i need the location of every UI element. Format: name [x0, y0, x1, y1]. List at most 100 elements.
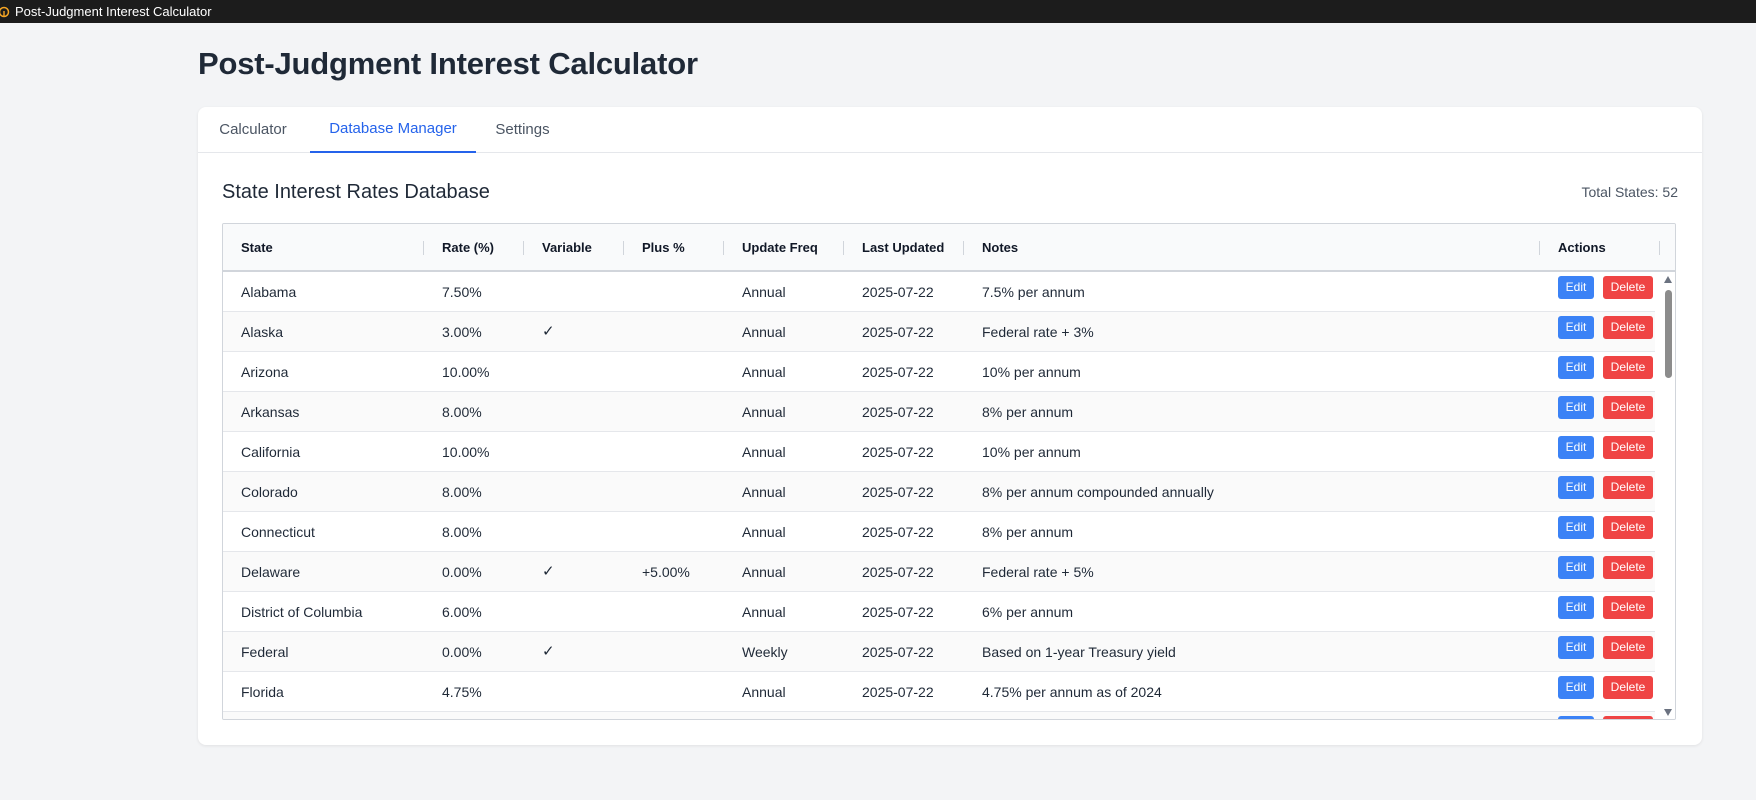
- cell-state: Colorado: [241, 484, 298, 500]
- table-row: Edit Delete: [223, 712, 1655, 719]
- delete-button[interactable]: Delete: [1603, 436, 1653, 459]
- delete-button[interactable]: Delete: [1603, 356, 1653, 379]
- column-header-state[interactable]: State: [241, 224, 273, 272]
- cell-last-updated: 2025-07-22: [862, 684, 934, 700]
- edit-button[interactable]: Edit: [1558, 356, 1594, 379]
- table-row: District of Columbia 6.00% Annual 2025-07-2…: [223, 592, 1655, 632]
- column-divider[interactable]: [843, 241, 844, 255]
- table-row: Alaska 3.00% ✓ Annual 2025-07-22 Federal rate…: [223, 312, 1655, 352]
- table-row: Colorado 8.00% Annual 2025-07-22 8% per annu…: [223, 472, 1655, 512]
- delete-button[interactable]: Delete: [1603, 556, 1653, 579]
- cell-update-freq: Annual: [742, 404, 786, 420]
- cell-update-freq: Annual: [742, 684, 786, 700]
- table-row: Connecticut 8.00% Annual 2025-07-22 8% per a…: [223, 512, 1655, 552]
- cell-rate: 10.00%: [442, 364, 490, 380]
- cell-update-freq: Annual: [742, 444, 786, 460]
- table-scrollbar[interactable]: [1660, 272, 1675, 719]
- cell-rate: 6.00%: [442, 604, 482, 620]
- cell-rate: 8.00%: [442, 484, 482, 500]
- cell-notes: Federal rate + 3%: [982, 324, 1094, 340]
- cell-notes: Based on 1-year Treasury yield: [982, 644, 1176, 660]
- table-row: Florida 4.75% Annual 2025-07-22 4.75% per an…: [223, 672, 1655, 712]
- arrow-down-icon[interactable]: [1664, 709, 1672, 716]
- column-header-actions[interactable]: Actions: [1558, 224, 1606, 272]
- column-header-rate[interactable]: Rate (%): [442, 224, 494, 272]
- table-row: California 10.00% Annual 2025-07-22 10% per …: [223, 432, 1655, 472]
- cell-rate: 0.00%: [442, 564, 482, 580]
- delete-button[interactable]: Delete: [1603, 476, 1653, 499]
- edit-button[interactable]: Edit: [1558, 396, 1594, 419]
- column-divider[interactable]: [423, 241, 424, 255]
- delete-button[interactable]: Delete: [1603, 716, 1653, 719]
- column-divider[interactable]: [723, 241, 724, 255]
- table-row: Arkansas 8.00% Annual 2025-07-22 8% per annu…: [223, 392, 1655, 432]
- edit-button[interactable]: Edit: [1558, 716, 1594, 719]
- column-header-variable[interactable]: Variable: [542, 224, 592, 272]
- cell-last-updated: 2025-07-22: [862, 644, 934, 660]
- delete-button[interactable]: Delete: [1603, 276, 1653, 299]
- column-divider[interactable]: [963, 241, 964, 255]
- cell-last-updated: 2025-07-22: [862, 604, 934, 620]
- edit-button[interactable]: Edit: [1558, 516, 1594, 539]
- edit-button[interactable]: Edit: [1558, 436, 1594, 459]
- cell-update-freq: Annual: [742, 324, 786, 340]
- cell-notes: 8% per annum compounded annually: [982, 484, 1214, 500]
- column-divider[interactable]: [623, 241, 624, 255]
- section-title: State Interest Rates Database: [222, 181, 490, 203]
- tab-calculator[interactable]: Calculator: [198, 107, 308, 153]
- cell-state: Connecticut: [241, 524, 315, 540]
- cell-last-updated: 2025-07-22: [862, 404, 934, 420]
- cell-rate: 8.00%: [442, 404, 482, 420]
- cell-notes: 6% per annum: [982, 604, 1074, 620]
- cell-notes: 4.75% per annum as of 2024: [982, 684, 1162, 700]
- column-header-notes[interactable]: Notes: [982, 224, 1018, 272]
- edit-button[interactable]: Edit: [1558, 676, 1594, 699]
- edit-button[interactable]: Edit: [1558, 316, 1594, 339]
- cell-state: Alaska: [241, 324, 284, 340]
- delete-button[interactable]: Delete: [1603, 516, 1653, 539]
- app-icon: [0, 6, 10, 17]
- window-titlebar: Post-Judgment Interest Calculator: [0, 0, 1756, 23]
- cell-notes: 7.5% per annum: [982, 284, 1085, 300]
- cell-last-updated: 2025-07-22: [862, 324, 934, 340]
- cell-state: Delaware: [241, 564, 301, 580]
- cell-state: Arizona: [241, 364, 289, 380]
- cell-notes: 10% per annum: [982, 444, 1081, 460]
- table-row: Alabama 7.50% Annual 2025-07-22 7.5% per ann…: [223, 272, 1655, 312]
- cell-update-freq: Annual: [742, 564, 786, 580]
- cell-last-updated: 2025-07-22: [862, 484, 934, 500]
- column-header-last-updated[interactable]: Last Updated: [862, 224, 944, 272]
- cell-rate: 7.50%: [442, 284, 482, 300]
- main-card: Calculator Database Manager Settings Sta…: [198, 107, 1702, 745]
- cell-state: California: [241, 444, 301, 460]
- edit-button[interactable]: Edit: [1558, 596, 1594, 619]
- tab-database-manager[interactable]: Database Manager: [310, 107, 476, 153]
- column-divider[interactable]: [1539, 241, 1540, 255]
- cell-last-updated: 2025-07-22: [862, 364, 934, 380]
- edit-button[interactable]: Edit: [1558, 636, 1594, 659]
- delete-button[interactable]: Delete: [1603, 676, 1653, 699]
- column-divider[interactable]: [1659, 241, 1660, 255]
- tab-settings[interactable]: Settings: [475, 107, 570, 153]
- cell-notes: Federal rate + 5%: [982, 564, 1094, 580]
- scrollbar-thumb[interactable]: [1665, 290, 1672, 378]
- column-header-plus[interactable]: Plus %: [642, 224, 685, 272]
- delete-button[interactable]: Delete: [1603, 636, 1653, 659]
- column-header-update-freq[interactable]: Update Freq: [742, 224, 818, 272]
- delete-button[interactable]: Delete: [1603, 396, 1653, 419]
- column-divider[interactable]: [523, 241, 524, 255]
- cell-last-updated: 2025-07-22: [862, 524, 934, 540]
- cell-update-freq: Annual: [742, 604, 786, 620]
- arrow-up-icon[interactable]: [1664, 276, 1672, 283]
- table-row: Delaware 0.00% ✓ +5.00% Annual 2025-07-22 Fede…: [223, 552, 1655, 592]
- delete-button[interactable]: Delete: [1603, 316, 1653, 339]
- edit-button[interactable]: Edit: [1558, 276, 1594, 299]
- window-title: Post-Judgment Interest Calculator: [15, 4, 212, 19]
- edit-button[interactable]: Edit: [1558, 476, 1594, 499]
- edit-button[interactable]: Edit: [1558, 556, 1594, 579]
- cell-update-freq: Weekly: [742, 644, 788, 660]
- checkmark-icon: ✓: [542, 563, 555, 580]
- cell-update-freq: Annual: [742, 364, 786, 380]
- delete-button[interactable]: Delete: [1603, 596, 1653, 619]
- table-body: Alabama 7.50% Annual 2025-07-22 7.5% per ann…: [223, 272, 1655, 719]
